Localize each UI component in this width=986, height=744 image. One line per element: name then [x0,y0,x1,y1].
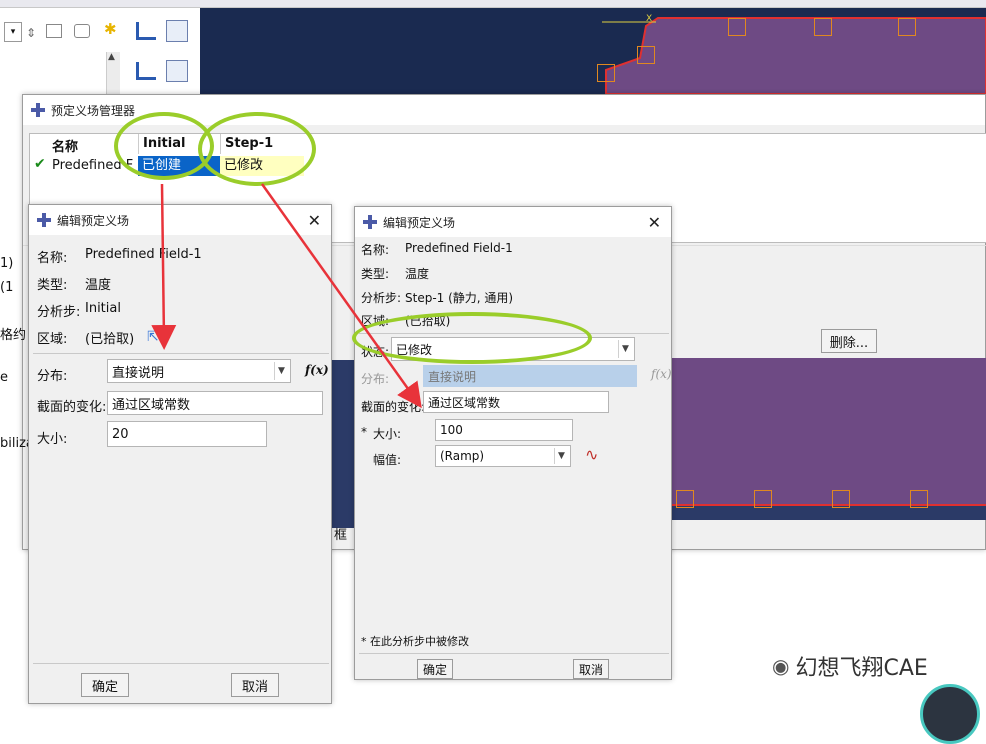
arrow-initial [151,183,177,350]
arrow-step1 [260,183,422,409]
annotation-arrows [151,183,422,409]
wechat-icon: ◉ [772,654,790,678]
watermark-text: 幻想飞翔CAE [795,656,928,681]
watermark: ◉ 幻想飞翔CAE [772,650,928,682]
floating-badge [920,684,980,744]
